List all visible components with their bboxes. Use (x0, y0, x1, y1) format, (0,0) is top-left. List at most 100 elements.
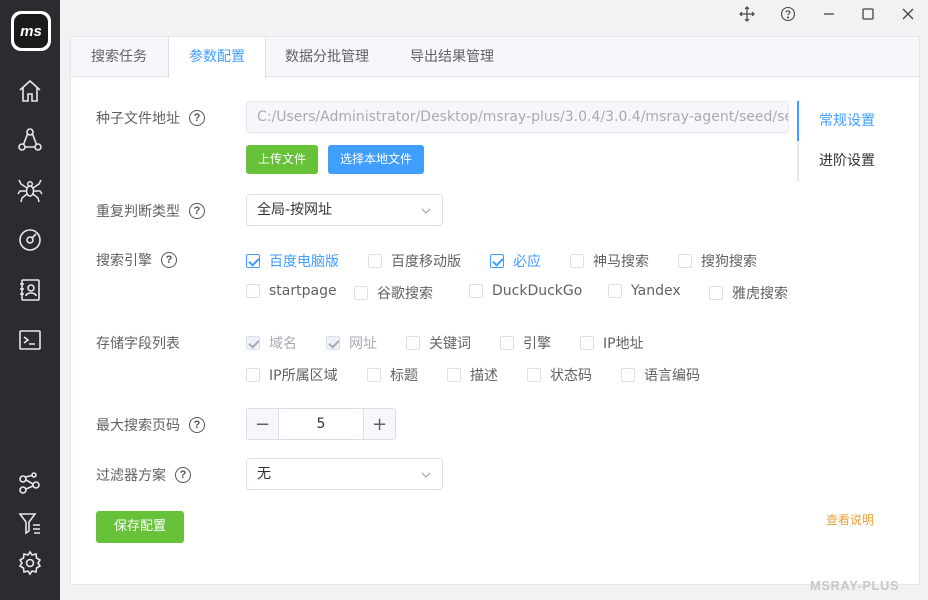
chevron-down-icon (421, 472, 431, 478)
checkbox-box (326, 336, 340, 350)
question-icon[interactable]: ? (189, 417, 205, 433)
minimize-icon[interactable] (817, 2, 841, 26)
share-nodes-icon[interactable] (16, 470, 44, 498)
tab-bar: 搜索任务 参数配置 数据分批管理 导出结果管理 (71, 37, 919, 78)
engine-checkbox-shenma[interactable]: 神马搜索 (570, 251, 649, 271)
checkbox-label: IP所属区域 (269, 368, 338, 384)
engine-checkbox-yahoo[interactable]: 雅虎搜索 (709, 283, 788, 303)
field-checkbox-keyword[interactable]: 关键词 (406, 333, 471, 353)
question-icon[interactable]: ? (161, 252, 177, 268)
checkbox-box (469, 284, 483, 298)
checkbox-label: 引擎 (523, 336, 551, 352)
max-pages-label: 最大搜索页码 ? (96, 415, 205, 435)
max-pages-label-text: 最大搜索页码 (96, 418, 180, 434)
engine-checkbox-startpage[interactable]: startpage (246, 283, 337, 299)
engine-checkbox-sogou[interactable]: 搜狗搜索 (678, 251, 757, 271)
spider-icon[interactable] (16, 176, 44, 204)
checkbox-label: 标题 (390, 368, 418, 384)
field-checkbox-domain: 域名 (246, 333, 297, 353)
decrement-button[interactable]: − (247, 409, 279, 439)
checkbox-box (354, 286, 368, 300)
engine-checkbox-google[interactable]: 谷歌搜索 (354, 283, 433, 303)
checkbox-box (500, 336, 514, 350)
tab-export-management[interactable]: 导出结果管理 (390, 37, 514, 77)
terminal-icon[interactable] (16, 326, 44, 354)
checkbox-box (246, 254, 260, 268)
filter-list-icon[interactable] (16, 509, 44, 537)
max-pages-value[interactable]: 5 (279, 409, 363, 439)
checkbox-label: 域名 (269, 336, 297, 352)
move-icon[interactable] (735, 2, 759, 26)
side-menu-general-settings[interactable]: 常规设置 (797, 101, 897, 141)
home-icon[interactable] (16, 77, 44, 105)
checkbox-box (709, 286, 723, 300)
close-icon[interactable] (896, 2, 920, 26)
save-config-button[interactable]: 保存配置 (96, 511, 184, 543)
checkbox-box (368, 254, 382, 268)
settings-side-menu: 常规设置 进阶设置 (797, 101, 897, 181)
checkbox-label: 百度移动版 (391, 254, 461, 270)
checkbox-label: DuckDuckGo (492, 283, 583, 299)
contact-card-icon[interactable] (16, 276, 44, 304)
checkbox-box (246, 284, 260, 298)
title-bar (60, 0, 928, 28)
side-menu-advanced-settings[interactable]: 进阶设置 (797, 141, 897, 181)
checkbox-label: 谷歌搜索 (377, 286, 433, 302)
question-icon[interactable]: ? (189, 110, 205, 126)
checkbox-label: 描述 (470, 368, 498, 384)
checkbox-box (490, 254, 504, 268)
checkbox-label: 状态码 (550, 368, 592, 384)
choose-local-file-button[interactable]: 选择本地文件 (328, 145, 425, 174)
search-engine-label: 搜索引擎 ? (96, 250, 177, 270)
field-checkbox-url: 网址 (326, 333, 377, 353)
checkbox-box (678, 254, 692, 268)
tab-search-tasks[interactable]: 搜索任务 (71, 37, 167, 77)
increment-button[interactable]: + (363, 409, 395, 439)
engine-checkbox-baidu-mobile[interactable]: 百度移动版 (368, 251, 461, 271)
dedupe-type-select[interactable]: 全局-按网址 (246, 194, 443, 226)
filter-scheme-label-text: 过滤器方案 (96, 468, 166, 484)
help-circle-icon[interactable] (776, 2, 800, 26)
checkbox-box (580, 336, 594, 350)
checkbox-box (527, 368, 541, 382)
field-checkbox-ip-region[interactable]: IP所属区域 (246, 365, 338, 385)
seed-file-label: 种子文件地址 ? (96, 108, 205, 128)
gauge-icon[interactable] (16, 226, 44, 254)
field-checkbox-status-code[interactable]: 状态码 (527, 365, 592, 385)
view-instructions-link[interactable]: 查看说明 (826, 511, 874, 528)
settings-gear-icon[interactable] (16, 549, 44, 577)
checkbox-label: 关键词 (429, 336, 471, 352)
tab-param-config[interactable]: 参数配置 (168, 37, 266, 78)
seed-file-label-text: 种子文件地址 (96, 111, 180, 127)
question-icon[interactable]: ? (189, 203, 205, 219)
chevron-down-icon (421, 208, 431, 214)
field-checkbox-ip[interactable]: IP地址 (580, 333, 644, 353)
checkbox-box (406, 336, 420, 350)
upload-file-button[interactable]: 上传文件 (246, 145, 319, 174)
app-logo: ms (11, 11, 51, 51)
engine-checkbox-yandex[interactable]: Yandex (608, 283, 681, 299)
engine-checkbox-bing[interactable]: 必应 (490, 251, 541, 271)
seed-path-input[interactable]: C:/Users/Administrator/Desktop/msray-plu… (246, 101, 789, 133)
engine-checkbox-duckduckgo[interactable]: DuckDuckGo (469, 283, 582, 299)
field-checkbox-engine[interactable]: 引擎 (500, 333, 551, 353)
checkbox-label: IP地址 (603, 336, 644, 352)
network-icon[interactable] (16, 126, 44, 154)
field-checkbox-description[interactable]: 描述 (447, 365, 498, 385)
checkbox-label: startpage (269, 283, 337, 299)
question-icon[interactable]: ? (175, 467, 191, 483)
field-checkbox-title[interactable]: 标题 (367, 365, 418, 385)
maximize-icon[interactable] (856, 2, 880, 26)
field-checkbox-language-encoding[interactable]: 语言编码 (621, 365, 700, 385)
engine-checkbox-baidu-pc[interactable]: 百度电脑版 (246, 251, 339, 271)
tab-batch-management[interactable]: 数据分批管理 (265, 37, 389, 77)
checkbox-box (621, 368, 635, 382)
filter-scheme-label: 过滤器方案 ? (96, 465, 191, 485)
checkbox-box (570, 254, 584, 268)
filter-scheme-select[interactable]: 无 (246, 458, 443, 490)
checkbox-label: 网址 (349, 336, 377, 352)
checkbox-box (246, 336, 260, 350)
checkbox-label: 百度电脑版 (269, 254, 339, 270)
max-pages-stepper: − 5 + (246, 408, 396, 440)
checkbox-label: 必应 (513, 254, 541, 270)
